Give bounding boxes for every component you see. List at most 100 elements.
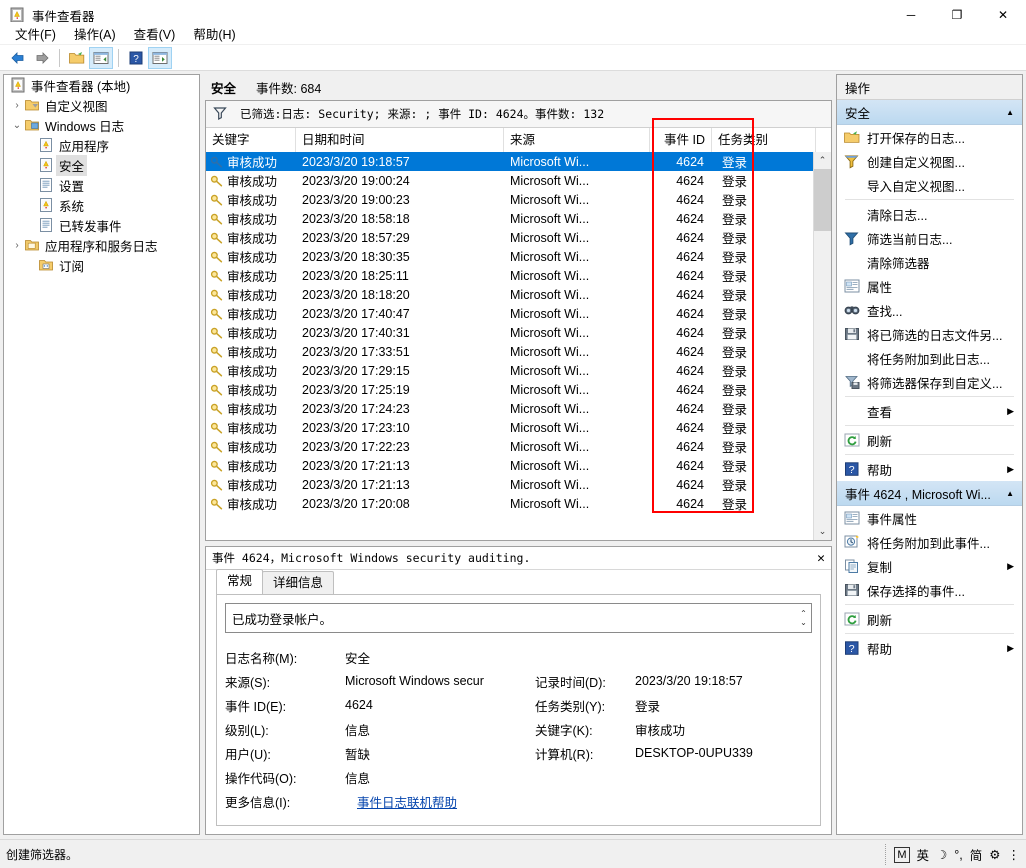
cell-task: 登录 [722, 441, 748, 455]
help-button[interactable]: ? [124, 47, 148, 69]
table-row[interactable]: 审核成功 2023/3/20 17:21:13 Microsoft Wi... 462… [206, 475, 814, 494]
table-row[interactable]: 审核成功 2023/3/20 19:00:23 Microsoft Wi... 462… [206, 190, 814, 209]
tree-item-security[interactable]: 安全 [4, 154, 199, 176]
chevron-right-icon[interactable]: › [10, 240, 24, 251]
toggle-console-tree-button[interactable] [89, 46, 113, 69]
column-header-keyword[interactable]: 关键字 [206, 128, 296, 152]
tree-item-system[interactable]: 系统 [4, 195, 199, 215]
action-item[interactable]: ? 帮助 ▶ [837, 636, 1022, 660]
table-row[interactable]: 审核成功 2023/3/20 17:29:15 Microsoft Wi... 462… [206, 361, 814, 380]
ime-moon-icon[interactable]: ☽ [936, 847, 947, 862]
action-item[interactable]: 将任务附加到此日志... [837, 346, 1022, 370]
event-list-scrollbar[interactable]: ⌃ ⌄ [813, 152, 831, 540]
action-item[interactable]: 将已筛选的日志文件另... [837, 322, 1022, 346]
ime-more-icon[interactable]: ⋮ [1008, 847, 1021, 862]
table-row[interactable]: 审核成功 2023/3/20 17:24:23 Microsoft Wi... 462… [206, 399, 814, 418]
tree-root[interactable]: 事件查看器 (本地) [4, 75, 199, 95]
scrollbar-thumb[interactable] [814, 169, 831, 231]
action-item[interactable]: 复制 ▶ [837, 554, 1022, 578]
column-header-source[interactable]: 来源 [504, 128, 650, 152]
ime-simplified[interactable]: 简 [970, 845, 983, 864]
tab-details[interactable]: 详细信息 [262, 571, 335, 594]
action-item[interactable]: 清除日志... [837, 202, 1022, 226]
tree-item-application[interactable]: 应用程序 [4, 135, 199, 155]
filter-bar[interactable]: 已筛选:日志: Security; 来源: ; 事件 ID: 4624。事件数:… [206, 101, 831, 128]
gear-icon[interactable]: ⚙ [989, 847, 1000, 862]
menu-help[interactable]: 帮助(H) [184, 21, 244, 46]
scroll-down-arrow[interactable]: ⌄ [800, 618, 807, 627]
table-row[interactable]: 审核成功 2023/3/20 17:22:23 Microsoft Wi... 462… [206, 437, 814, 456]
action-item[interactable]: 筛选当前日志... [837, 226, 1022, 250]
scroll-up-arrow[interactable]: ⌃ [814, 152, 831, 169]
chevron-down-icon[interactable]: ⌄ [10, 120, 24, 131]
actions-group-title: 事件 4624 , Microsoft Wi... [845, 487, 991, 502]
tree-item-custom-views[interactable]: › 自定义视图 [4, 95, 199, 115]
action-item[interactable]: 打开保存的日志... [837, 125, 1022, 149]
table-row[interactable]: 审核成功 2023/3/20 17:33:51 Microsoft Wi... 462… [206, 342, 814, 361]
event-log-online-help-link[interactable]: 事件日志联机帮助 [357, 792, 457, 811]
table-row[interactable]: 审核成功 2023/3/20 19:00:24 Microsoft Wi... 462… [206, 171, 814, 190]
action-item[interactable]: 创建自定义视图... [837, 149, 1022, 173]
table-row[interactable]: 审核成功 2023/3/20 18:30:35 Microsoft Wi... 462… [206, 247, 814, 266]
chevron-right-icon[interactable]: › [10, 100, 24, 111]
action-item[interactable]: 将任务附加到此事件... [837, 530, 1022, 554]
back-button[interactable] [6, 47, 30, 69]
tree-item-windows-logs[interactable]: ⌄ Windows 日志 [4, 115, 199, 135]
table-row[interactable]: 审核成功 2023/3/20 18:58:18 Microsoft Wi... 462… [206, 209, 814, 228]
submenu-arrow-icon[interactable]: ▶ [1007, 561, 1014, 572]
action-item[interactable]: 将筛选器保存到自定义... [837, 370, 1022, 394]
tab-general[interactable]: 常规 [216, 569, 264, 594]
table-row[interactable]: 审核成功 2023/3/20 17:40:31 Microsoft Wi... 462… [206, 323, 814, 342]
table-row[interactable]: 审核成功 2023/3/20 17:20:08 Microsoft Wi... 462… [206, 494, 814, 513]
event-rows[interactable]: 审核成功 2023/3/20 19:18:57 Microsoft Wi... 462… [206, 152, 814, 540]
table-row[interactable]: 审核成功 2023/3/20 18:18:20 Microsoft Wi... 462… [206, 285, 814, 304]
scroll-down-arrow[interactable]: ⌄ [814, 523, 831, 540]
open-folder-button[interactable] [65, 47, 89, 69]
actions-group-header[interactable]: 安全 ▲ [837, 100, 1022, 125]
message-scrollbar[interactable]: ⌃ ⌄ [796, 604, 811, 632]
save-icon [843, 582, 861, 598]
table-row[interactable]: 审核成功 2023/3/20 17:25:19 Microsoft Wi... 462… [206, 380, 814, 399]
table-row[interactable]: 审核成功 2023/3/20 18:25:11 Microsoft Wi... 462… [206, 266, 814, 285]
actions-group-header[interactable]: 事件 4624 , Microsoft Wi... ▲ [837, 481, 1022, 506]
menu-view[interactable]: 查看(V) [125, 21, 185, 46]
tree-item-forwarded-events[interactable]: 已转发事件 [4, 215, 199, 235]
ime-mode-box[interactable]: M [894, 846, 910, 863]
toggle-action-pane-button[interactable] [148, 46, 172, 69]
collapse-arrow-icon[interactable]: ▲ [1006, 489, 1014, 498]
column-header-event-id[interactable]: 事件 ID [650, 128, 712, 152]
ime-language[interactable]: 英 [917, 845, 930, 864]
submenu-arrow-icon[interactable]: ▶ [1007, 406, 1014, 417]
menu-action[interactable]: 操作(A) [65, 21, 125, 46]
menu-file[interactable]: 文件(F) [6, 21, 65, 46]
submenu-arrow-icon[interactable]: ▶ [1007, 643, 1014, 654]
table-row[interactable]: 审核成功 2023/3/20 17:23:10 Microsoft Wi... 462… [206, 418, 814, 437]
action-item[interactable]: 查找... [837, 298, 1022, 322]
action-item[interactable]: 导入自定义视图... [837, 173, 1022, 197]
submenu-arrow-icon[interactable]: ▶ [1007, 464, 1014, 475]
action-item-label: 帮助 [867, 463, 893, 478]
column-header-task-category[interactable]: 任务类别 [712, 128, 816, 152]
scroll-up-arrow[interactable]: ⌃ [800, 609, 807, 618]
action-item[interactable]: 属性 [837, 274, 1022, 298]
action-item[interactable]: 事件属性 [837, 506, 1022, 530]
ime-punctuation-icon[interactable]: °, [954, 848, 962, 862]
tree-item-subscriptions[interactable]: 订阅 [4, 255, 199, 275]
close-icon[interactable]: ✕ [817, 551, 825, 566]
action-item[interactable]: 保存选择的事件... [837, 578, 1022, 602]
action-item[interactable]: 刷新 [837, 428, 1022, 452]
action-item[interactable]: ? 帮助 ▶ [837, 457, 1022, 481]
forward-button[interactable] [30, 47, 54, 69]
collapse-arrow-icon[interactable]: ▲ [1006, 108, 1014, 117]
tree-item-applications-and-services-logs[interactable]: › 应用程序和服务日志 [4, 235, 199, 255]
action-item[interactable]: 刷新 [837, 607, 1022, 631]
action-item[interactable]: 查看 ▶ [837, 399, 1022, 423]
table-row[interactable]: 审核成功 2023/3/20 17:21:13 Microsoft Wi... 462… [206, 456, 814, 475]
event-message-box[interactable]: 已成功登录帐户。 ⌃ ⌄ [225, 603, 812, 633]
tree-item-setup[interactable]: 设置 [4, 175, 199, 195]
column-header-datetime[interactable]: 日期和时间 [296, 128, 504, 152]
action-item[interactable]: 清除筛选器 [837, 250, 1022, 274]
table-row[interactable]: 审核成功 2023/3/20 18:57:29 Microsoft Wi... 462… [206, 228, 814, 247]
table-row[interactable]: 审核成功 2023/3/20 19:18:57 Microsoft Wi... 462… [206, 152, 814, 171]
table-row[interactable]: 审核成功 2023/3/20 17:40:47 Microsoft Wi... 462… [206, 304, 814, 323]
